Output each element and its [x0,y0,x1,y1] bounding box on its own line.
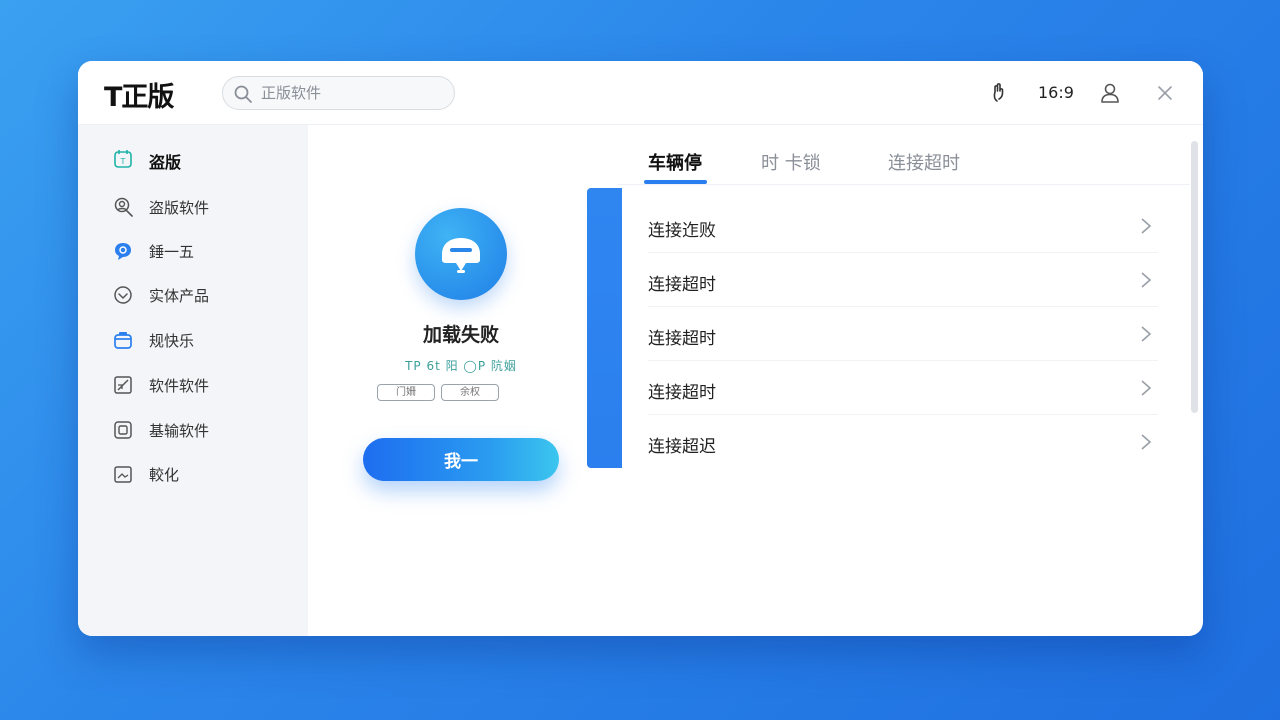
tag: 门姍 [377,384,435,401]
image-icon [114,466,132,483]
primary-action-button[interactable]: 我一 [363,438,559,481]
search-icon [234,85,252,103]
calendar-t-icon: T [114,150,132,168]
close-icon[interactable] [1153,81,1177,105]
status-avatar [415,208,507,300]
scrollbar[interactable] [1191,141,1198,413]
hand-gesture-icon[interactable] [988,81,1012,105]
sidebar-item-label: 盗版软件 [149,199,210,217]
aspect-ratio-label[interactable]: 16:9 [1038,83,1074,102]
heart-badge-icon [114,286,132,304]
search-box[interactable] [222,76,455,110]
list-item[interactable]: 连接迮败 [648,199,1158,253]
list-item[interactable]: 连接超时 [648,307,1158,361]
sidebar-item-chat[interactable]: 錘一五 [112,237,292,265]
chevron-right-icon [1141,434,1152,450]
tag: 余权 [441,384,499,401]
chevron-right-icon [1141,326,1152,342]
tab-time-lock[interactable]: 时 卡锁 [761,149,821,175]
list-item-label: 连接超时 [648,383,716,403]
chevron-right-icon [1141,272,1152,288]
status-meta: TP 6t 阳 ◯P 阬姻 [405,359,517,373]
tag-group: 门姍 余权 [377,384,539,402]
sidebar-item-label: 基输软件 [149,422,210,440]
sidebar-item-happy[interactable]: 规快乐 [112,326,292,354]
device-icon [114,421,132,439]
list-item[interactable]: 连接超时 [648,361,1158,415]
sidebar-item-piracy[interactable]: T 盗版 [112,145,292,173]
load-failed-title: 加载失败 [422,324,499,346]
sidebar-item-label: 盗版 [149,153,182,172]
sidebar-item-optimize[interactable]: 較化 [112,460,292,488]
tab-bar: 车辆停 时 卡锁 连接超时 [618,125,1190,185]
list-item-label: 连接迮败 [648,221,716,241]
user-search-icon [114,197,133,217]
chevron-right-icon [1141,380,1152,396]
sidebar-item-pirated-software[interactable]: 盗版软件 [112,193,292,221]
basket-icon [114,332,132,349]
sidebar: T 盗版 盗版软件 錘一五 实体产品 规快乐 软件软件 基输软件 較化 [78,125,308,636]
accent-bar [587,188,622,468]
user-icon[interactable] [1098,81,1122,105]
app-window: T正版 16:9 T [78,61,1203,636]
edit-square-icon [114,376,132,394]
sidebar-item-physical-products[interactable]: 实体产品 [112,281,292,309]
list-item-label: 连接超时 [648,329,716,349]
list-item[interactable]: 连接超迟 [648,415,1158,469]
sidebar-item-label: 錘一五 [149,243,195,261]
sidebar-item-label: 实体产品 [149,287,210,305]
search-input[interactable] [261,81,441,105]
sidebar-item-label: 較化 [149,466,180,484]
tab-connection-timeout[interactable]: 连接超时 [888,149,960,175]
lamp-icon [442,238,480,273]
chevron-right-icon [1141,218,1152,234]
header-bar: T正版 16:9 [78,61,1203,125]
sidebar-item-base-software[interactable]: 基输软件 [112,416,292,444]
list-item[interactable]: 连接超时 [648,253,1158,307]
list-item-label: 连接超迟 [648,437,716,457]
active-tab-indicator [644,180,707,184]
app-logo: T正版 [104,82,174,113]
sidebar-item-software[interactable]: 软件软件 [112,371,292,399]
tab-vehicle-stop[interactable]: 车辆停 [648,149,702,175]
chat-bubble-icon [115,243,131,260]
sidebar-item-label: 软件软件 [149,377,210,395]
list-item-label: 连接超时 [648,275,716,295]
sidebar-item-label: 规快乐 [149,332,195,350]
svg-text:T: T [120,157,126,166]
